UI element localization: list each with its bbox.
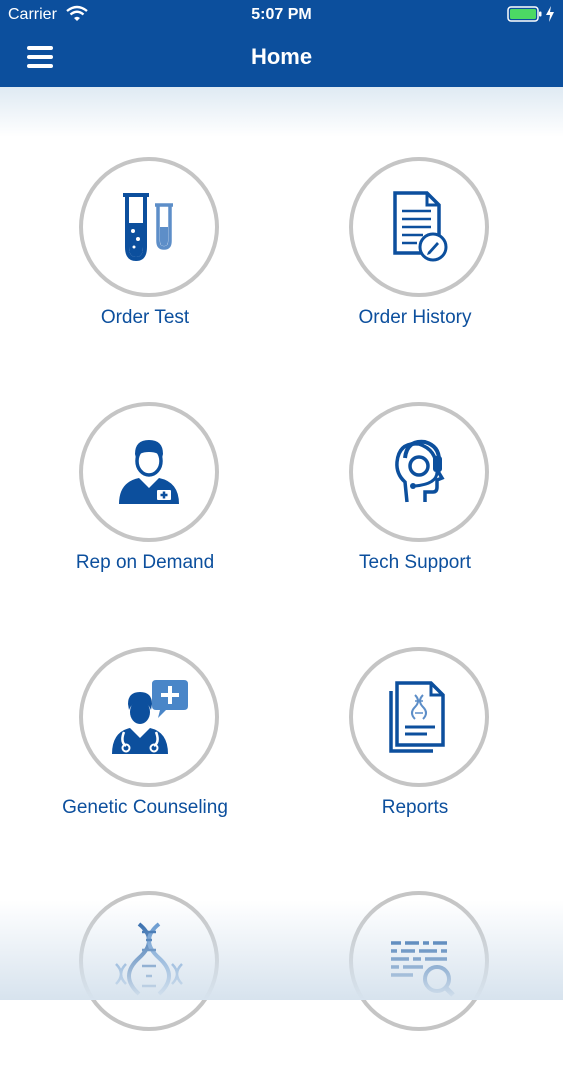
reports-circle [349,647,489,787]
order-test-tile[interactable]: Order Test [17,157,277,347]
rep-on-demand-label: Rep on Demand [75,552,215,573]
charging-bolt-icon [546,6,554,22]
header-shadow [0,87,563,137]
counselor-icon [112,680,188,754]
navigation-bar: Carrier 5:07 PM Home [0,0,563,87]
rep-on-demand-tile[interactable]: Rep on Demand [17,402,277,592]
order-history-label: Order History [358,307,472,328]
document-edit-icon [393,191,448,262]
headset-icon [395,439,445,503]
genetic-counseling-tile[interactable]: Genetic Counseling [17,647,277,837]
order-test-circle [79,157,219,297]
page-title: Home [250,44,313,69]
medical-rep-icon [119,440,179,504]
battery-icon [507,6,542,22]
reports-tile[interactable]: Reports [287,647,547,837]
bottom-fade [0,900,563,1000]
tech-support-tile[interactable]: Tech Support [287,402,547,592]
clock: 5:07 PM [251,6,312,23]
genetic-counseling-label: Genetic Counseling [62,797,228,818]
tech-support-circle [349,402,489,542]
genetic-counseling-circle [79,647,219,787]
reports-label: Reports [381,797,449,818]
tech-support-label: Tech Support [359,552,471,573]
test-tubes-icon [123,193,173,262]
order-history-tile[interactable]: Order History [287,157,547,347]
order-test-label: Order Test [100,307,190,328]
report-icon [389,681,445,753]
rep-on-demand-circle [79,402,219,542]
order-history-circle [349,157,489,297]
